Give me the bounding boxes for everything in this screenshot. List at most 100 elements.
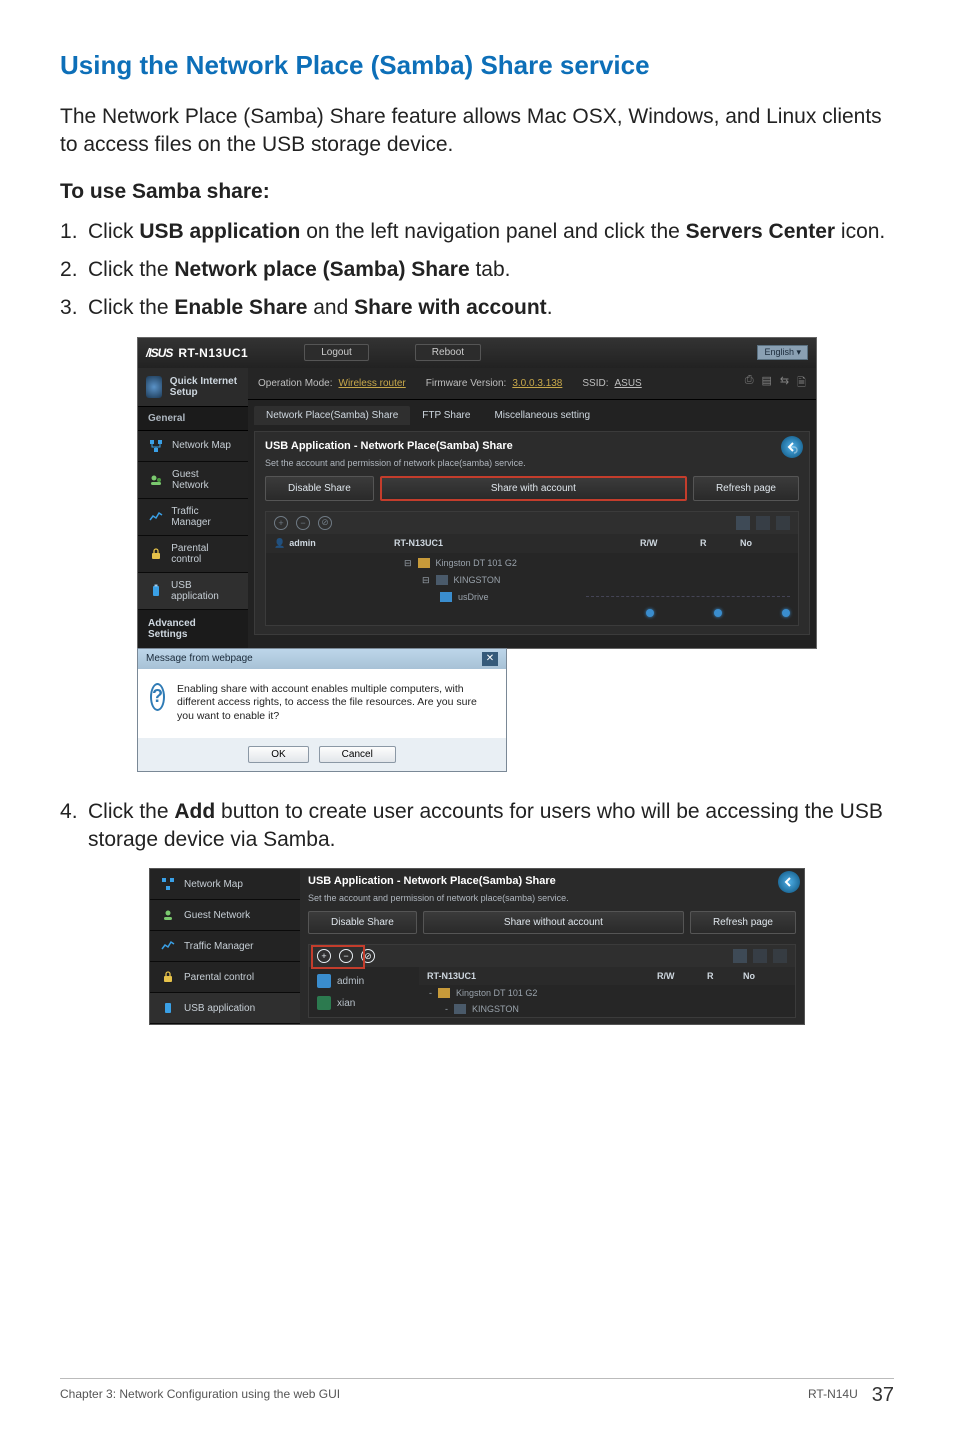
dialog-cancel-button[interactable]: Cancel	[319, 746, 396, 763]
disable-share-button[interactable]: Disable Share	[265, 476, 374, 501]
col-rw: R/W	[640, 538, 700, 548]
tree-header-row: RT-N13UC1 R/W R No	[419, 967, 795, 985]
toolbar-icon-3[interactable]	[773, 949, 787, 963]
drive-icon	[418, 558, 430, 568]
toolbar-icon-1[interactable]	[733, 949, 747, 963]
sidebar-item-label: Guest Network	[184, 910, 250, 921]
tab-samba-share[interactable]: Network Place(Samba) Share	[254, 406, 410, 425]
logout-button[interactable]: Logout	[304, 344, 369, 361]
step-bold: Share with account	[354, 296, 547, 319]
share-without-account-button[interactable]: Share without account	[423, 911, 684, 934]
toolbar-icon-2[interactable]	[756, 516, 770, 530]
radio-r[interactable]	[714, 609, 722, 617]
block-icon[interactable]: ⊘	[318, 516, 332, 530]
firmware-link[interactable]: 3.0.0.3.138	[512, 378, 562, 389]
firmware-label: Firmware Version:	[426, 378, 507, 389]
step-bold: Add	[174, 800, 215, 823]
drive-sub-row[interactable]: - KINGSTON	[419, 1001, 795, 1017]
drive-label: Kingston DT 101 G2	[456, 988, 537, 998]
guest-network-icon	[148, 472, 164, 488]
drive-row[interactable]: ⊟ Kingston DT 101 G2	[386, 555, 790, 572]
sidebar-item-traffic-manager[interactable]: Traffic Manager	[138, 499, 248, 536]
disable-share-button[interactable]: Disable Share	[308, 911, 417, 934]
step-text: tab.	[470, 258, 511, 281]
col-r: R	[707, 971, 743, 981]
radio-rw[interactable]	[646, 609, 654, 617]
doc-icon: 🗎	[797, 374, 806, 393]
partition-icon	[436, 575, 448, 585]
router-body: Quick Internet Setup General Network Map…	[138, 368, 816, 648]
quick-setup-label: Quick Internet Setup	[170, 376, 240, 398]
dialog-message: Enabling share with account enables mult…	[177, 683, 494, 724]
go-back-button[interactable]	[781, 436, 803, 458]
operation-info-row: Operation Mode: Wireless router Firmware…	[248, 368, 816, 400]
avatar-icon	[317, 974, 331, 988]
radio-no[interactable]	[782, 609, 790, 617]
tab-ftp-share[interactable]: FTP Share	[410, 406, 482, 425]
share-with-account-button[interactable]: Share with account	[380, 476, 687, 501]
tab-misc-setting[interactable]: Miscellaneous setting	[482, 406, 602, 425]
sidebar-item-guest-network[interactable]: Guest Network	[138, 462, 248, 499]
remove-icon[interactable]: −	[296, 516, 310, 530]
op-mode-link[interactable]: Wireless router	[339, 378, 406, 389]
sidebar-item-parental-control[interactable]: Parental control	[138, 536, 248, 573]
share-tree: + − ⊘ admin xian RT-N13UC1	[308, 944, 796, 1018]
sidebar-item-label: Network Map	[184, 879, 243, 890]
step-text: Click the	[88, 258, 174, 281]
panel-subtitle: Set the account and permission of networ…	[265, 458, 799, 468]
network-map-icon	[148, 438, 164, 454]
ssid-label: SSID:	[582, 378, 608, 389]
toolbar-icon-3[interactable]	[776, 516, 790, 530]
account-item-xian[interactable]: xian	[309, 993, 419, 1013]
expand-icon: ⊟	[422, 575, 430, 586]
step-text: and	[307, 296, 354, 319]
sidebar-item-usb-application[interactable]: USB application	[150, 993, 300, 1024]
usb-application-icon	[148, 583, 163, 599]
drive-row[interactable]: - Kingston DT 101 G2	[419, 985, 795, 1001]
sidebar-group-general: General	[138, 407, 248, 431]
refresh-page-button[interactable]: Refresh page	[693, 476, 799, 501]
drive-label: Kingston DT 101 G2	[436, 558, 517, 568]
account-item-admin[interactable]: admin	[309, 971, 419, 991]
sidebar: Quick Internet Setup General Network Map…	[138, 368, 248, 648]
step-bold: Enable Share	[174, 296, 307, 319]
footer-model: RT-N14U	[808, 1387, 858, 1410]
refresh-page-button[interactable]: Refresh page	[690, 911, 796, 934]
sidebar-item-guest-network[interactable]: Guest Network	[150, 900, 300, 931]
toolbar-icon-2[interactable]	[753, 949, 767, 963]
col-device: RT-N13UC1	[394, 538, 640, 548]
panel-title: USB Application - Network Place(Samba) S…	[308, 875, 796, 887]
add-icon[interactable]: +	[274, 516, 288, 530]
sidebar-item-traffic-manager[interactable]: Traffic Manager	[150, 931, 300, 962]
folder-row[interactable]: usDrive	[386, 589, 586, 605]
screenshot-1: /ISUS RT-N13UC1 Logout Reboot English ▾ …	[137, 337, 817, 772]
intro-paragraph: The Network Place (Samba) Share feature …	[60, 103, 894, 160]
tabs-row: Network Place(Samba) Share FTP Share Mis…	[248, 400, 816, 425]
sidebar-item-network-map[interactable]: Network Map	[138, 431, 248, 462]
dialog-close-button[interactable]: ✕	[482, 652, 498, 666]
sidebar-item-parental-control[interactable]: Parental control	[150, 962, 300, 993]
network-map-icon	[160, 876, 176, 892]
dialog-ok-button[interactable]: OK	[248, 746, 308, 763]
sidebar-item-label: USB application	[184, 1003, 255, 1014]
wizard-icon	[146, 376, 162, 398]
drive-icon	[438, 988, 450, 998]
account-name: xian	[337, 998, 355, 1009]
sidebar-advanced-settings[interactable]: Advanced Settings	[138, 610, 248, 648]
sidebar-item-network-map[interactable]: Network Map	[150, 869, 300, 900]
language-select[interactable]: English ▾	[757, 345, 808, 360]
drive-sub-row[interactable]: ⊟ KINGSTON	[386, 572, 790, 589]
confirm-dialog: Message from webpage ✕ ? Enabling share …	[137, 648, 507, 772]
parental-control-icon	[148, 546, 163, 562]
go-back-button[interactable]	[778, 871, 800, 893]
reboot-button[interactable]: Reboot	[415, 344, 481, 361]
toolbar-icon-1[interactable]	[736, 516, 750, 530]
router-admin-ui: /ISUS RT-N13UC1 Logout Reboot English ▾ …	[137, 337, 817, 649]
col-no: No	[743, 971, 787, 981]
quick-internet-setup[interactable]: Quick Internet Setup	[138, 368, 248, 407]
step-bold: Servers Center	[686, 220, 835, 243]
sidebar-item-usb-application[interactable]: USB application	[138, 573, 248, 610]
action-buttons-row: Disable Share Share with account Refresh…	[265, 476, 799, 501]
usb-application-icon	[160, 1000, 176, 1016]
partition-label: KINGSTON	[472, 1004, 519, 1014]
